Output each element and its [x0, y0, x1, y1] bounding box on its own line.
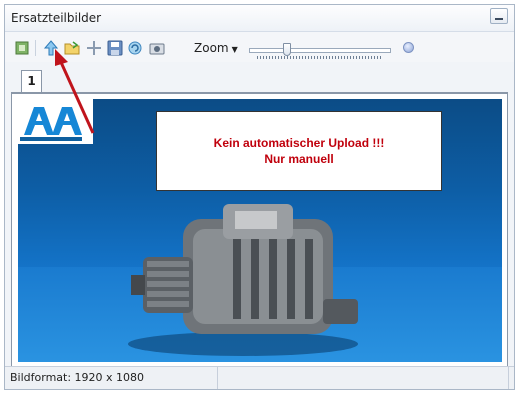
toolbar-separator: [35, 40, 36, 56]
help-icon[interactable]: [403, 42, 414, 53]
notice-line-2: Nur manuell: [264, 152, 334, 166]
zoom-slider-ticks: [257, 56, 383, 59]
status-bar: Bildformat: 1920 x 1080: [5, 366, 514, 389]
title-bar: Ersatzteilbilder: [5, 5, 514, 32]
open-folder-icon[interactable]: [63, 39, 81, 57]
notice-line-1: Kein automatischer Upload !!!: [213, 136, 385, 150]
camera-icon[interactable]: [148, 39, 166, 57]
minimize-button[interactable]: [490, 8, 508, 24]
crosshair-icon[interactable]: [85, 39, 103, 57]
chevron-down-icon: ▼: [231, 45, 238, 54]
tab-1[interactable]: 1: [21, 70, 42, 92]
refresh-image-icon[interactable]: [126, 39, 144, 57]
alternator-photo: Kein automatischer Upload !!! Nur manuel…: [18, 99, 502, 362]
insert-image-icon[interactable]: [13, 39, 31, 57]
toolbar: Zoom ▼: [5, 32, 514, 62]
zoom-dropdown[interactable]: Zoom ▼: [194, 41, 238, 55]
image-viewer: Kein automatischer Upload !!! Nur manuel…: [11, 93, 508, 367]
zoom-slider-thumb[interactable]: [282, 43, 291, 56]
image-window: Ersatzteilbilder Zoom ▼ 1 Kein automatis…: [4, 4, 515, 390]
upload-arrow-icon[interactable]: [42, 39, 60, 57]
zoom-slider-track: [249, 48, 391, 53]
zoom-label: Zoom: [194, 41, 229, 55]
alternator-image: [128, 204, 358, 356]
save-icon[interactable]: [106, 39, 124, 57]
status-cell-format: Bildformat: 1920 x 1080: [5, 367, 218, 389]
tab-strip: 1: [11, 68, 508, 93]
zoom-slider[interactable]: [249, 43, 391, 59]
status-format-text: Bildformat: 1920 x 1080: [10, 371, 145, 384]
window-title: Ersatzteilbilder: [11, 11, 102, 25]
status-cell-empty: [218, 367, 509, 389]
notice-box: Kein automatischer Upload !!! Nur manuel…: [156, 111, 442, 191]
logo: [18, 99, 93, 144]
